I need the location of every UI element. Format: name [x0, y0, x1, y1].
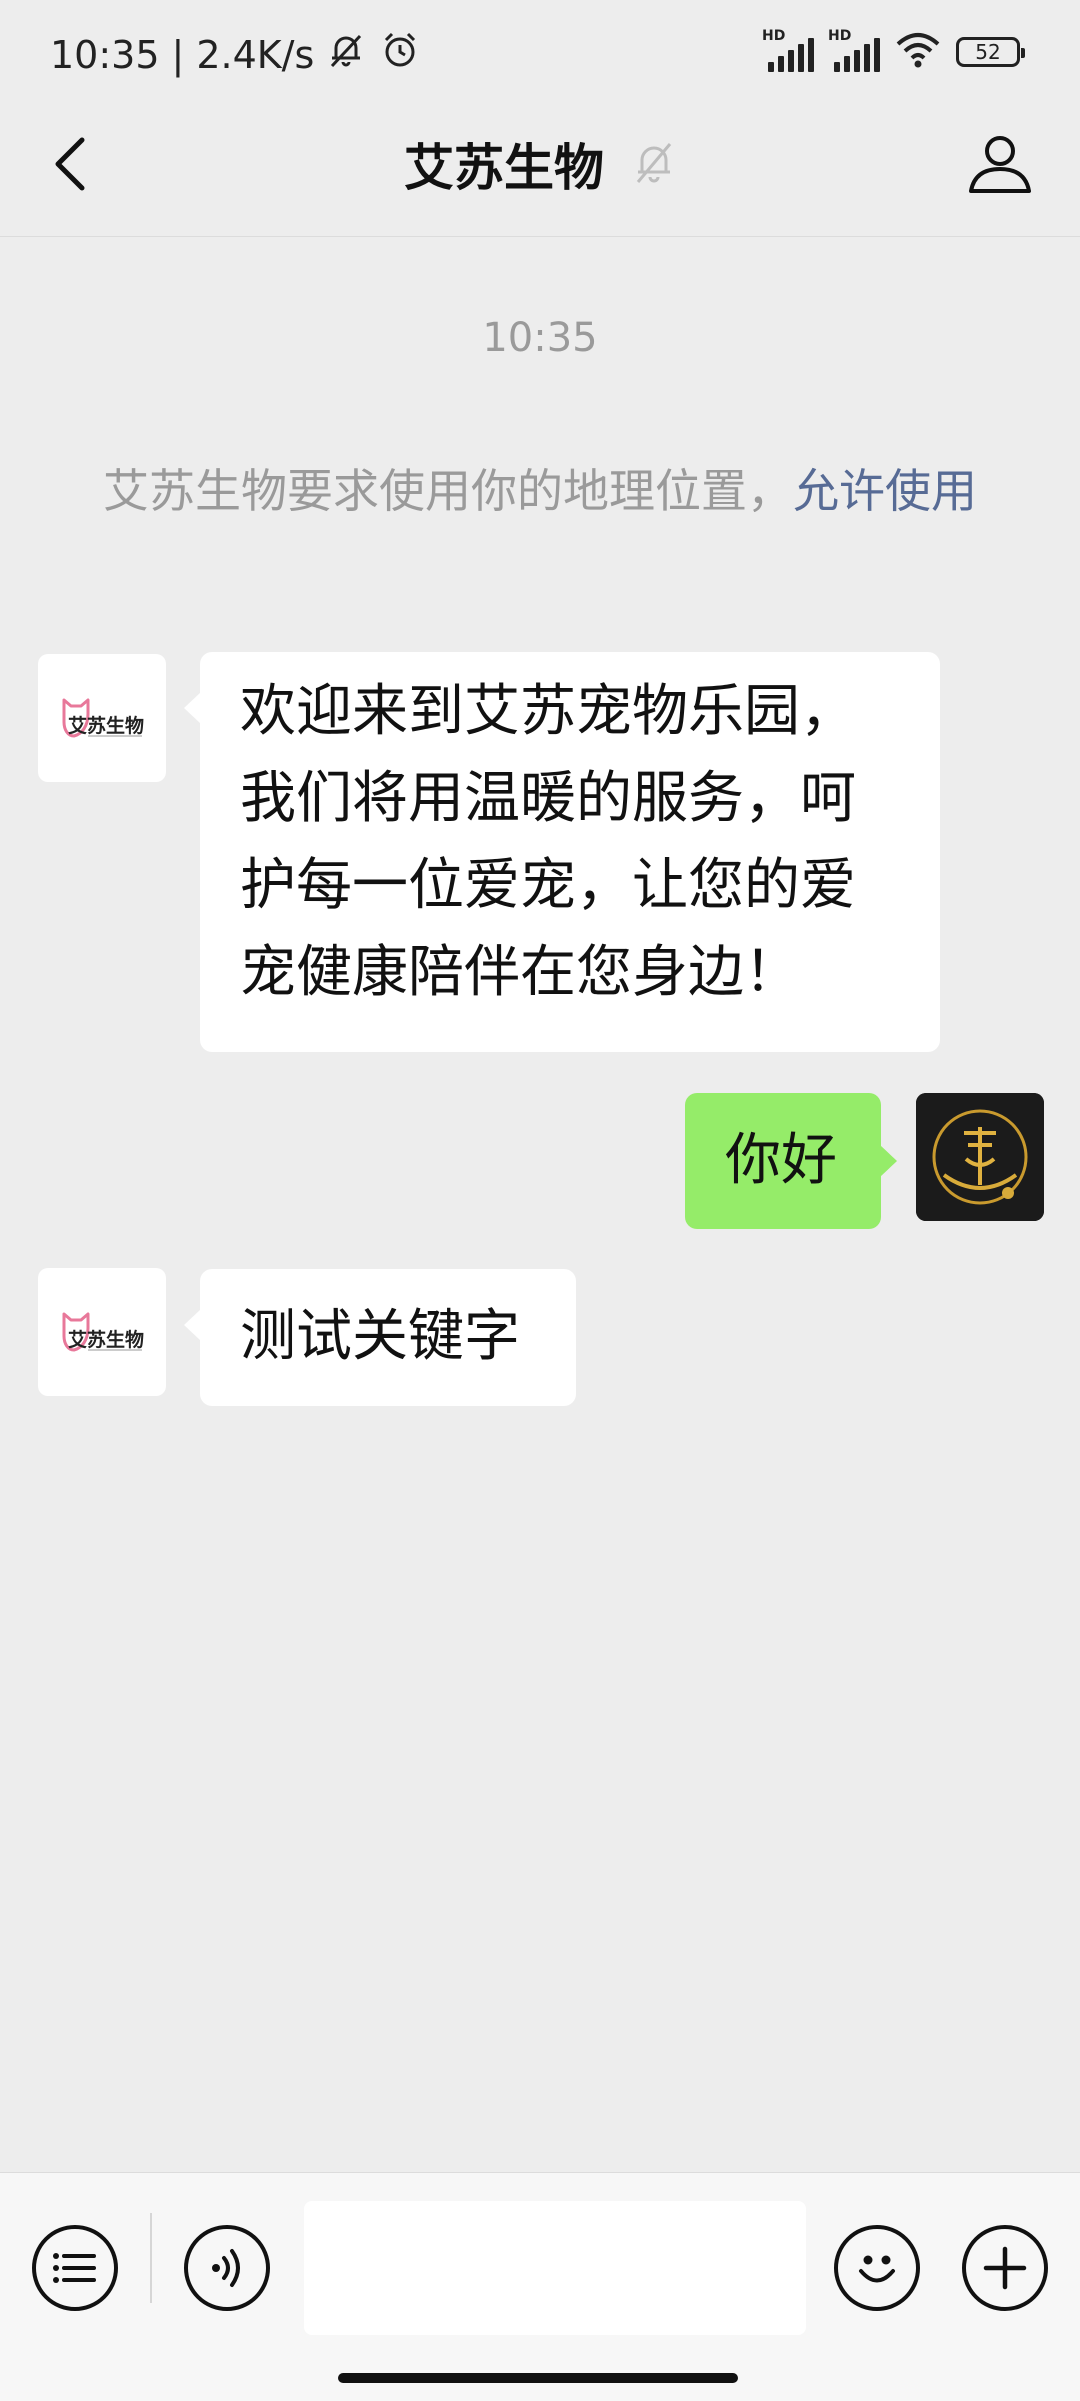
mute-bell-icon [632, 138, 676, 190]
status-bar: 10:35 | 2.4K/s HD HD 52 [0, 0, 1080, 100]
nav-bar: 艾苏生物 [0, 100, 1080, 237]
chat-timestamp: 10:35 [482, 315, 598, 361]
system-message-text: 艾苏生物要求使用你的地理位置， [103, 464, 793, 518]
alarm-icon [378, 28, 422, 81]
page-title: 艾苏生物 [404, 139, 604, 197]
voice-icon [212, 2249, 240, 2287]
allow-location-link[interactable]: 允许使用 [793, 464, 977, 518]
logo-text: 艾苏生物 [68, 1328, 144, 1351]
network-speed: 2.4K/s [196, 32, 315, 77]
system-message: 艾苏生物要求使用你的地理位置，允许使用 [100, 455, 980, 527]
add-icon [983, 2246, 1027, 2290]
menu-button[interactable] [32, 2225, 118, 2311]
message-text: 你好 [725, 1128, 837, 1193]
wifi-icon [894, 30, 942, 74]
add-button[interactable] [962, 2225, 1048, 2311]
logo-icon: 艾苏生物 [62, 698, 144, 738]
mute-notification-icon [324, 28, 368, 81]
divider [150, 2213, 152, 2303]
status-left: 10:35 | 2.4K/s [50, 28, 422, 81]
message-bubble-sent[interactable]: 你好 [685, 1093, 897, 1229]
logo-icon: 艾苏生物 [62, 1312, 144, 1352]
status-right: HD HD 52 [762, 28, 1025, 74]
emoji-icon [859, 2255, 895, 2283]
user-avatar[interactable] [916, 1093, 1044, 1221]
emoji-button[interactable] [834, 2225, 920, 2311]
nav-title-wrap: 艾苏生物 [0, 128, 1080, 200]
chat-area[interactable]: 10:35 艾苏生物要求使用你的地理位置，允许使用 艾苏生物 欢迎来到艾苏宠物乐… [0, 237, 1080, 2172]
logo-text: 艾苏生物 [68, 714, 144, 737]
signal-icon: HD [762, 28, 814, 72]
message-bubble-received[interactable]: 欢迎来到艾苏宠物乐园，我们将用温暖的服务，呵护每一位爱宠，让您的爱宠健康陪伴在您… [184, 652, 940, 1052]
home-indicator[interactable] [338, 2373, 738, 2383]
user-avatar-image [916, 1093, 1044, 1221]
status-time: 10:35 [50, 32, 160, 77]
message-bubble-received[interactable]: 测试关键字 [184, 1269, 576, 1406]
voice-button[interactable] [184, 2225, 270, 2311]
profile-button[interactable] [960, 124, 1040, 204]
avatar[interactable]: 艾苏生物 [38, 1268, 166, 1396]
message-text: 欢迎来到艾苏宠物乐园，我们将用温暖的服务，呵护每一位爱宠，让您的爱宠健康陪伴在您… [240, 679, 856, 1005]
status-separator: | [171, 32, 185, 77]
signal-icon: HD [828, 28, 880, 72]
input-bar [0, 2172, 1080, 2401]
menu-list-icon [53, 2253, 96, 2283]
profile-icon [969, 136, 1031, 193]
message-input[interactable] [304, 2201, 806, 2335]
avatar[interactable]: 艾苏生物 [38, 654, 166, 782]
battery-level: 52 [975, 40, 1001, 64]
message-text: 测试关键字 [240, 1304, 520, 1369]
battery-icon: 52 [956, 37, 1025, 67]
